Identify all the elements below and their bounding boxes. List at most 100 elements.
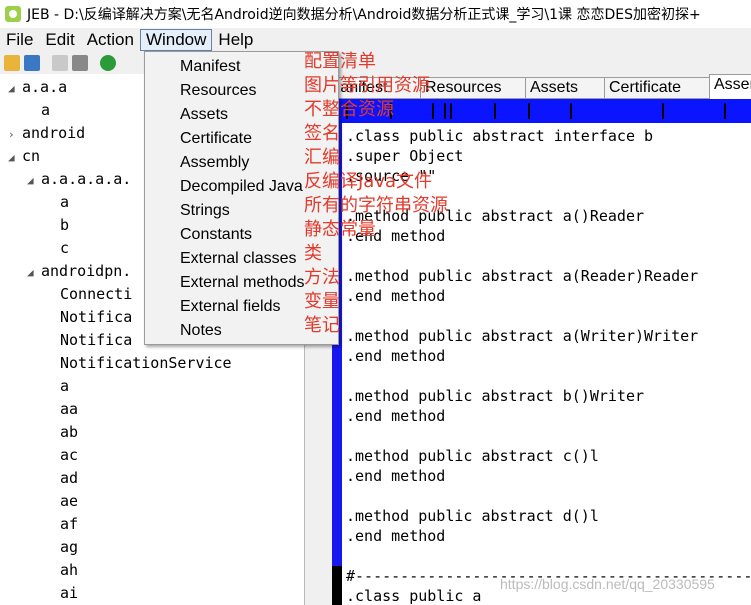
tab-assen[interactable]: Assen bbox=[709, 74, 751, 99]
annotation-label: 汇编 bbox=[304, 147, 340, 168]
code-line: .end method bbox=[346, 227, 446, 245]
tree-item-label: cn bbox=[22, 147, 41, 165]
tree-item[interactable]: aa bbox=[46, 398, 78, 421]
menu-window[interactable]: Window bbox=[139, 29, 213, 51]
tab-resources[interactable]: Resources bbox=[420, 77, 530, 98]
window-menu-item[interactable]: Strings bbox=[180, 199, 230, 223]
tree-item[interactable]: ae bbox=[46, 490, 78, 513]
tree-item-label: androidpn. bbox=[41, 262, 132, 280]
tree-item[interactable]: ◢ a.a.a bbox=[8, 76, 67, 99]
window-menu-item[interactable]: Certificate bbox=[180, 127, 252, 151]
window-menu-item[interactable]: External classes bbox=[180, 247, 297, 271]
tree-item[interactable]: a bbox=[27, 99, 50, 122]
tree-item-label: ad bbox=[60, 469, 79, 487]
tree-item[interactable]: ai bbox=[46, 582, 78, 605]
code-line: .end method bbox=[346, 287, 446, 305]
overview-marker bbox=[662, 103, 664, 119]
expand-arrow-icon[interactable]: ◢ bbox=[27, 261, 41, 284]
tree-item-label: Notifica bbox=[60, 331, 133, 349]
tree-item-label: NotificationService bbox=[60, 354, 232, 372]
window-title: JEB - D:\反编译解决方案\无名Android逆向数据分析\Android… bbox=[27, 7, 701, 23]
tree-item[interactable]: ah bbox=[46, 559, 78, 582]
code-line: .method public abstract a(Writer)Writer bbox=[346, 327, 699, 345]
annotation-label: 配置清单 bbox=[304, 51, 376, 72]
code-line: .method public abstract c()l bbox=[346, 447, 599, 465]
editor-pane: ManifestResourcesAssetsCertificateAssen … bbox=[332, 74, 751, 605]
code-line: .end method bbox=[346, 527, 446, 545]
expand-arrow-icon[interactable]: ◢ bbox=[8, 146, 22, 169]
tree-item[interactable]: ◢ cn bbox=[8, 145, 40, 168]
tree-item[interactable]: › android bbox=[8, 122, 85, 145]
tree-item[interactable]: Notifica bbox=[46, 306, 132, 329]
tree-item[interactable]: NotificationService bbox=[46, 352, 232, 375]
code-line: .end method bbox=[346, 347, 446, 365]
save-icon[interactable] bbox=[24, 55, 40, 71]
tree-item-label: ab bbox=[60, 423, 79, 441]
menu-file[interactable]: File bbox=[0, 29, 39, 51]
annotation-label: 不整合资源 bbox=[304, 99, 394, 120]
tab-certificate[interactable]: Certificate bbox=[604, 77, 714, 98]
tree-item[interactable]: af bbox=[46, 513, 78, 536]
window-menu-item[interactable]: External methods bbox=[180, 271, 305, 295]
window-menu-item[interactable]: Assets bbox=[180, 103, 228, 127]
window-menu-item[interactable]: Manifest bbox=[180, 55, 240, 79]
tree-item[interactable]: Connecti bbox=[46, 283, 132, 306]
tree-item[interactable]: ac bbox=[46, 444, 78, 467]
annotation-label: 图片等引用资源 bbox=[304, 75, 430, 96]
settings-icon[interactable] bbox=[52, 55, 68, 71]
overview-marker bbox=[450, 103, 452, 119]
expand-arrow-icon[interactable]: ◢ bbox=[27, 169, 41, 192]
tree-item[interactable]: ◢ androidpn. bbox=[27, 260, 131, 283]
tree-item[interactable]: Notifica bbox=[46, 329, 132, 352]
tree-item-label: a.a.a bbox=[22, 78, 68, 96]
code-line: .method public abstract d()l bbox=[346, 507, 599, 525]
code-line: .super Object bbox=[346, 147, 464, 165]
window-menu-item[interactable]: Notes bbox=[180, 319, 222, 343]
tree-item[interactable]: ◢ a.a.a.a.a. bbox=[27, 168, 131, 191]
annotation-label: 变量 bbox=[304, 291, 340, 312]
overview-marker bbox=[444, 103, 446, 119]
android-app-icon bbox=[5, 6, 21, 22]
tree-item[interactable]: ad bbox=[46, 467, 78, 490]
tree-item-label: aa bbox=[60, 400, 79, 418]
tree-item-label: b bbox=[60, 216, 70, 234]
overview-marker bbox=[432, 103, 434, 119]
menu-action[interactable]: Action bbox=[81, 29, 140, 51]
tree-item-label: af bbox=[60, 515, 79, 533]
open-folder-icon[interactable] bbox=[4, 55, 20, 71]
window-menu-item[interactable]: Assembly bbox=[180, 151, 249, 175]
window-menu-item[interactable]: External fields bbox=[180, 295, 281, 319]
window-menu-item[interactable]: Decompiled Java bbox=[180, 175, 303, 199]
menu-help[interactable]: Help bbox=[212, 29, 259, 51]
window-menu-item[interactable]: Constants bbox=[180, 223, 252, 247]
code-line: .end method bbox=[346, 467, 446, 485]
window-menu-item[interactable]: Resources bbox=[180, 79, 256, 103]
tree-item-label: ag bbox=[60, 538, 79, 556]
expand-arrow-icon[interactable]: › bbox=[8, 123, 22, 146]
menu-edit[interactable]: Edit bbox=[39, 29, 80, 51]
annotation-label: 类 bbox=[304, 243, 322, 264]
overview-bar[interactable] bbox=[332, 99, 751, 123]
tab-assets[interactable]: Assets bbox=[525, 77, 609, 98]
code-gutter-bottom bbox=[332, 566, 342, 605]
code-line: .method public abstract b()Writer bbox=[346, 387, 645, 405]
tree-item[interactable]: ag bbox=[46, 536, 78, 559]
tree-item[interactable]: c bbox=[46, 237, 69, 260]
watermark: https://blog.csdn.net/qq_20330595 bbox=[500, 576, 715, 592]
expand-arrow-icon[interactable]: ◢ bbox=[8, 77, 22, 100]
code-line: .end method bbox=[346, 407, 446, 425]
tree-item-label: ac bbox=[60, 446, 79, 464]
refresh-icon[interactable] bbox=[100, 55, 116, 71]
tree-item[interactable]: ab bbox=[46, 421, 78, 444]
filter-icon[interactable] bbox=[72, 55, 88, 71]
tree-item[interactable]: a bbox=[46, 191, 69, 214]
tree-item[interactable]: a bbox=[46, 375, 69, 398]
annotation-label: 方法 bbox=[304, 267, 340, 288]
overview-marker bbox=[528, 103, 530, 119]
tree-item[interactable]: b bbox=[46, 214, 69, 237]
